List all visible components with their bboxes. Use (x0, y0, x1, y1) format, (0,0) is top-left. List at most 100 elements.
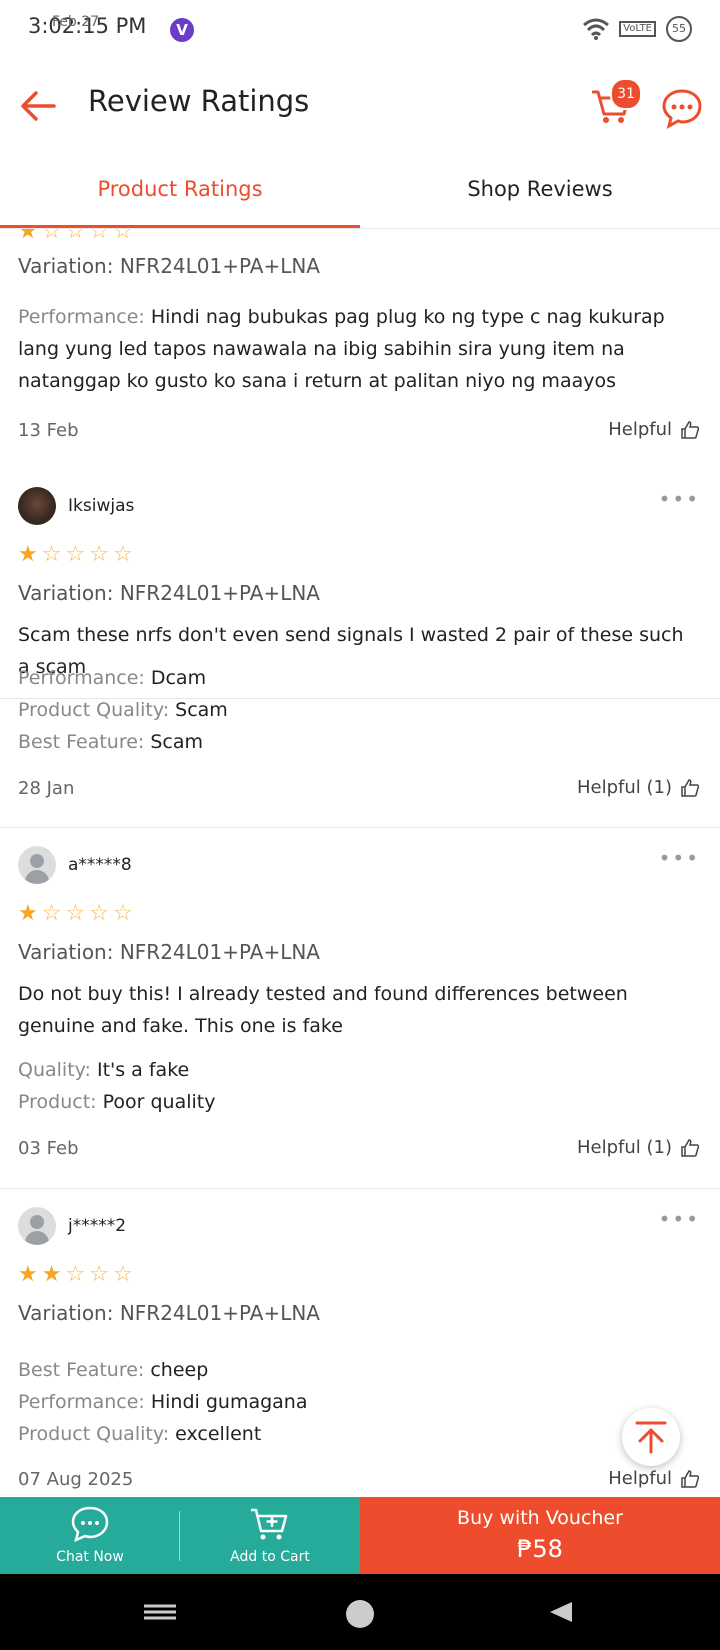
chat-now-label: Chat Now (56, 1549, 124, 1565)
rating-stars: ★ ★ ☆ ☆ ☆ (18, 1264, 133, 1286)
volte-icon: VoLTE (619, 21, 656, 37)
review-user: j*****2 (18, 1207, 126, 1245)
review-variation: Variation: NFR24L01+PA+LNA (18, 1301, 320, 1325)
attribute-value: Poor quality (102, 1091, 216, 1113)
star-icon: ☆ (65, 1262, 86, 1287)
scroll-to-top-button[interactable] (622, 1408, 680, 1466)
username: Iksiwjas (68, 496, 135, 516)
helpful-button[interactable]: Helpful (1) (577, 1137, 700, 1158)
attribute-key: Performance: (18, 1391, 145, 1413)
review-variation: Variation: NFR24L01+PA+LNA (18, 940, 320, 964)
star-icon: ★ (18, 229, 38, 244)
review-list[interactable]: ★ ☆ ☆ ☆ ☆ Variation: NFR24L01+PA+LNA Per… (0, 229, 720, 1497)
buy-price: ₱58 (517, 1535, 563, 1563)
wifi-icon (583, 18, 610, 40)
star-icon: ★ (18, 901, 38, 926)
username: j*****2 (68, 1216, 127, 1236)
star-icon: ☆ (41, 229, 62, 244)
app-header: Review Ratings 31 (0, 60, 720, 150)
rating-stars: ★ ☆ ☆ ☆ ☆ (18, 544, 133, 566)
status-bar: 3:02:15 PM Feb 27 V VoLTE 55 (0, 0, 720, 60)
attribute-key: Product Quality: (18, 1423, 170, 1445)
star-icon: ☆ (89, 229, 109, 244)
attribute-value: Scam (150, 731, 204, 753)
attribute-key: Performance: (18, 306, 145, 328)
more-options-icon[interactable]: ••• (659, 848, 700, 868)
avatar (18, 1207, 56, 1245)
star-icon: ☆ (112, 542, 133, 567)
star-icon: ☆ (41, 542, 62, 567)
star-icon: ☆ (89, 1262, 109, 1287)
star-icon: ☆ (65, 901, 86, 926)
review-variation: Variation: NFR24L01+PA+LNA (18, 254, 320, 278)
helpful-button[interactable]: Helpful (608, 419, 700, 440)
helpful-label: Helpful (608, 419, 672, 440)
star-icon: ☆ (41, 901, 62, 926)
app-notification-icon: V (170, 18, 194, 42)
helpful-label: Helpful (608, 1468, 672, 1489)
star-icon: ☆ (65, 229, 86, 244)
back-arrow-icon[interactable] (18, 86, 58, 126)
more-options-icon[interactable]: ••• (659, 489, 700, 509)
rating-stars: ★ ☆ ☆ ☆ ☆ (18, 903, 133, 925)
thumbs-up-icon (681, 778, 700, 797)
star-icon: ★ (18, 1262, 38, 1287)
attribute-key: Product Quality: (18, 699, 170, 721)
recent-apps-icon[interactable] (142, 1592, 178, 1632)
home-icon[interactable] (342, 1592, 378, 1632)
star-icon: ★ (41, 1262, 62, 1287)
attribute-value: excellent (175, 1423, 262, 1445)
status-icons: VoLTE 55 (583, 16, 692, 42)
attribute-key: Product: (18, 1091, 97, 1113)
review-item: j*****2 ••• ★ ★ ☆ ☆ ☆ Variation: NFR24L0… (0, 1189, 720, 1497)
chat-now-button[interactable]: Chat Now (0, 1497, 180, 1574)
page-title: Review Ratings (88, 84, 310, 118)
add-to-cart-button[interactable]: Add to Cart (180, 1497, 360, 1574)
back-nav-icon[interactable] (544, 1592, 580, 1632)
battery-icon: 55 (666, 16, 692, 42)
attribute-key: Quality: (18, 1059, 91, 1081)
rating-tabs: Product Ratings Shop Reviews (0, 150, 720, 229)
star-icon: ★ (18, 542, 38, 567)
star-icon: ☆ (89, 542, 109, 567)
review-date: 28 Jan (18, 778, 75, 799)
attribute-value: cheep (150, 1359, 209, 1381)
buy-with-voucher-button[interactable]: Buy with Voucher ₱58 (360, 1497, 720, 1574)
helpful-button[interactable]: Helpful (1) (577, 777, 700, 798)
avatar (18, 846, 56, 884)
more-options-icon[interactable]: ••• (659, 1209, 700, 1229)
review-attribute: Quality: It's a fake (18, 1054, 189, 1086)
add-to-cart-label: Add to Cart (230, 1549, 310, 1565)
status-date: Feb 27 (52, 14, 100, 30)
review-attribute: Best Feature: Scam (18, 726, 203, 758)
review-attribute: Performance: Dcam (18, 662, 206, 694)
review-item: a*****8 ••• ★ ☆ ☆ ☆ ☆ Variation: NFR24L0… (0, 828, 720, 1189)
attribute-value: Dcam (150, 667, 207, 689)
tab-shop-reviews[interactable]: Shop Reviews (360, 150, 720, 228)
review-attribute: Product: Poor quality (18, 1086, 215, 1118)
system-nav-bar (0, 1574, 720, 1650)
star-icon: ☆ (65, 542, 86, 567)
review-date: 07 Aug 2025 (18, 1469, 134, 1490)
chat-icon[interactable] (660, 86, 704, 130)
thumbs-up-icon (681, 1469, 700, 1488)
star-icon: ☆ (112, 229, 133, 244)
attribute-key: Best Feature: (18, 731, 145, 753)
review-variation: Variation: NFR24L01+PA+LNA (18, 581, 320, 605)
review-text: Do not buy this! I already tested and fo… (18, 983, 628, 1037)
tab-product-ratings[interactable]: Product Ratings (0, 150, 360, 228)
username: a*****8 (68, 855, 132, 875)
avatar (18, 487, 56, 525)
review-date: 03 Feb (18, 1138, 79, 1159)
star-icon: ☆ (89, 901, 109, 926)
bottom-action-bar: Chat Now Add to Cart Buy with Voucher ₱5… (0, 1497, 720, 1574)
cart-count-badge: 31 (610, 78, 642, 110)
buy-label: Buy with Voucher (457, 1507, 623, 1529)
attribute-key: Best Feature: (18, 1359, 145, 1381)
helpful-button[interactable]: Helpful (608, 1468, 700, 1489)
attribute-key: Performance: (18, 667, 145, 689)
thumbs-up-icon (681, 420, 700, 439)
review-user: Iksiwjas (18, 487, 134, 525)
review-date: 13 Feb (18, 420, 79, 441)
rating-stars: ★ ☆ ☆ ☆ ☆ (18, 229, 133, 243)
